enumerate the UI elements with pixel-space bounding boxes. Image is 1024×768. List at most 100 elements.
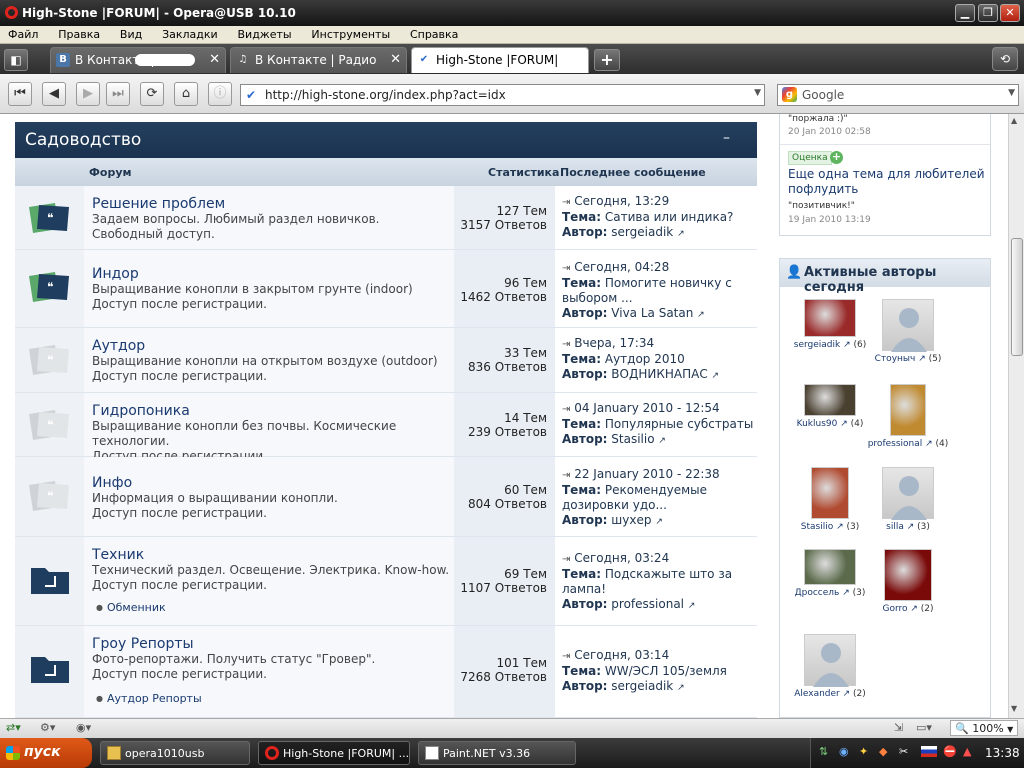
view-icon[interactable]: ▭▾	[916, 721, 932, 734]
external-link-icon[interactable]: ↗	[677, 683, 685, 693]
tab-vk-radio[interactable]: ♫ В Контакте | Радио ✕	[230, 47, 407, 73]
menu-file[interactable]: Файл	[0, 26, 46, 43]
subforum-link[interactable]: Обменник	[96, 601, 454, 614]
alert-tray-icon[interactable]: ⛔	[943, 745, 957, 758]
author-avatar-card[interactable]: professional ↗ (4)	[863, 384, 953, 449]
author-avatar-card[interactable]: Дроссель ↗ (3)	[785, 549, 875, 598]
network-icon[interactable]: ⚙▾	[40, 721, 55, 734]
author-name-link[interactable]: Stasilio	[801, 522, 833, 532]
tab-close-icon[interactable]: ✕	[209, 52, 220, 67]
menu-widgets[interactable]: Виджеты	[230, 26, 300, 43]
author-name-link[interactable]: professional	[868, 439, 923, 449]
last-author-link[interactable]: шухер	[611, 513, 651, 527]
forward-button[interactable]: ▶	[76, 82, 100, 106]
author-name-link[interactable]: Gorro	[882, 604, 907, 614]
forum-name-link[interactable]: Аутдор	[92, 338, 454, 354]
external-link-icon[interactable]: ↗	[904, 522, 917, 532]
forum-name-link[interactable]: Инфо	[92, 475, 454, 491]
trash-icon[interactable]: ⟲	[992, 47, 1018, 71]
author-avatar-card[interactable]: Stasilio ↗ (3)	[785, 467, 875, 532]
address-input[interactable]: ✔ http://high-stone.org/index.php?act=id…	[240, 84, 765, 106]
last-author-link[interactable]: sergeiadik	[611, 225, 673, 239]
goto-last-icon[interactable]: ⇥	[562, 651, 570, 662]
author-avatar-card[interactable]: Alexander ↗ (2)	[785, 634, 875, 699]
external-link-icon[interactable]: ↗	[677, 229, 685, 239]
author-name-link[interactable]: Стоуныч	[875, 354, 916, 364]
avatar[interactable]	[804, 299, 856, 337]
task-paintnet[interactable]: Paint.NET v3.36	[418, 741, 576, 765]
fast-forward-button[interactable]: ⏭	[106, 82, 130, 106]
forum-name-link[interactable]: Техник	[92, 547, 454, 563]
goto-last-icon[interactable]: ⇥	[562, 263, 570, 274]
page-scrollbar[interactable]: ▲ ▼	[1008, 114, 1024, 718]
tab-highstone[interactable]: ✔ High-Stone |FORUM|	[411, 47, 589, 73]
back-button[interactable]: ◀	[42, 82, 66, 106]
external-link-icon[interactable]: ↗	[839, 588, 852, 598]
language-flag-icon[interactable]	[921, 746, 937, 757]
last-author-link[interactable]: Stasilio	[611, 432, 654, 446]
forum-name-link[interactable]: Гроу Репорты	[92, 636, 454, 652]
author-avatar-card[interactable]: Стоуныч ↗ (5)	[863, 299, 953, 364]
external-link-icon[interactable]: ↗	[840, 689, 853, 699]
external-link-icon[interactable]: ↗	[837, 419, 850, 429]
author-avatar-card[interactable]: silla ↗ (3)	[863, 467, 953, 532]
avatar[interactable]	[811, 467, 849, 519]
task-opera1010usb[interactable]: opera1010usb	[100, 741, 250, 765]
menu-edit[interactable]: Правка	[50, 26, 108, 43]
author-name-link[interactable]: sergeiadik	[794, 340, 840, 350]
volume-tray-icon[interactable]: ◉	[839, 745, 849, 758]
rewind-button[interactable]: ⏮	[8, 82, 32, 106]
scroll-thumb[interactable]	[1011, 238, 1023, 356]
info-button[interactable]: ⓘ	[208, 82, 232, 106]
subforum-link[interactable]: Аутдор Репорты	[96, 692, 454, 705]
goto-last-icon[interactable]: ⇥	[562, 470, 570, 481]
external-link-icon[interactable]: ↗	[712, 371, 720, 381]
forum-name-link[interactable]: Гидропоника	[92, 403, 454, 419]
minimize-button[interactable]: ▁	[955, 4, 975, 22]
external-link-icon[interactable]: ↗	[655, 517, 663, 527]
author-avatar-card[interactable]: Gorro ↗ (2)	[863, 549, 953, 614]
avatar[interactable]	[804, 549, 856, 585]
last-topic-link[interactable]: WW/ЭСЛ 105/земля	[605, 664, 727, 678]
last-topic-link[interactable]: Аутдор 2010	[605, 352, 685, 366]
forum-name-link[interactable]: Решение проблем	[92, 196, 454, 212]
tab-close-icon[interactable]: ✕	[390, 52, 401, 67]
search-input[interactable]: g Google ▼	[777, 84, 1019, 106]
last-author-link[interactable]: professional	[611, 597, 684, 611]
last-topic-link[interactable]: Популярные субстраты	[605, 417, 753, 431]
collapse-button[interactable]: –	[723, 131, 737, 146]
chevron-down-icon[interactable]: ▼	[1008, 88, 1015, 98]
shield-icon[interactable]: ◆	[879, 745, 887, 758]
menu-bookmarks[interactable]: Закладки	[154, 26, 226, 43]
network-tray-icon[interactable]: ⇅	[819, 745, 828, 758]
author-avatar-card[interactable]: sergeiadik ↗ (6)	[785, 299, 875, 350]
avatar[interactable]	[882, 467, 934, 520]
start-button[interactable]: пуск	[0, 738, 92, 768]
close-button[interactable]: ✕	[1000, 4, 1020, 22]
last-topic-link[interactable]: Сатива или индика?	[605, 210, 734, 224]
external-link-icon[interactable]: ↗	[833, 522, 846, 532]
goto-last-icon[interactable]: ⇥	[562, 197, 570, 208]
avatar[interactable]	[804, 634, 856, 687]
last-author-link[interactable]: sergeiadik	[611, 679, 673, 693]
avatar[interactable]	[804, 384, 856, 416]
author-name-link[interactable]: Дроссель	[795, 588, 840, 598]
zoom-control[interactable]: 🔍 100% ▼	[950, 720, 1018, 736]
avatar[interactable]	[882, 299, 934, 352]
usb-tray-icon[interactable]: ✂	[899, 745, 908, 758]
tab-vk[interactable]: В В Контакте | ✕	[50, 47, 226, 73]
goto-last-icon[interactable]: ⇥	[562, 554, 570, 565]
menu-view[interactable]: Вид	[112, 26, 150, 43]
avatar[interactable]	[884, 549, 932, 601]
external-link-icon[interactable]: ↗	[922, 439, 935, 449]
panel-toggle-icon[interactable]: ◧	[4, 49, 28, 71]
avatar[interactable]	[890, 384, 926, 436]
menu-help[interactable]: Справка	[402, 26, 466, 43]
author-name-link[interactable]: Kuklus90	[797, 419, 838, 429]
rated-topic-link[interactable]: Еще одна тема для любителей пофлудить	[788, 167, 986, 197]
last-author-link[interactable]: ВОДНИКНАПАС	[611, 367, 707, 381]
goto-last-icon[interactable]: ⇥	[562, 404, 570, 415]
scroll-up-icon[interactable]: ▲	[1011, 116, 1017, 125]
external-link-icon[interactable]: ↗	[658, 436, 666, 446]
external-link-icon[interactable]: ↗	[915, 354, 928, 364]
